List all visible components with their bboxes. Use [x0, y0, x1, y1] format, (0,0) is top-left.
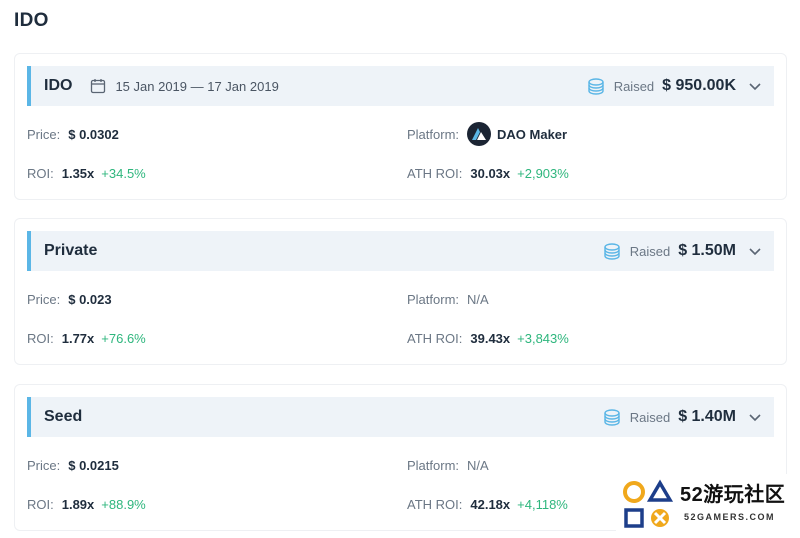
calendar-icon — [91, 79, 106, 94]
price-label: Price: — [27, 291, 61, 307]
ath-roi-label: ATH ROI: — [407, 330, 463, 346]
round-row-price: Price: $ 0.023 Platform: N/A — [27, 289, 774, 309]
round-row-price: Price: $ 0.0215 Platform: N/A — [27, 455, 774, 475]
round-row-roi: ROI: 1.77x +76.6% ATH ROI: 39.43x +3,843… — [27, 328, 774, 348]
coins-icon — [587, 78, 604, 95]
platform-value[interactable]: DAO Maker — [497, 127, 567, 142]
platform-value: N/A — [467, 291, 489, 307]
roi-percent: +88.9% — [101, 496, 146, 512]
watermark-subtext: 52GAMERS.COM — [684, 512, 776, 522]
ath-roi-value: 42.18x — [470, 496, 511, 512]
price-label: Price: — [27, 457, 61, 473]
ath-roi-label: ATH ROI: — [407, 496, 463, 512]
ath-roi-value: 39.43x — [470, 330, 511, 346]
roi-value: 1.89x — [61, 496, 95, 512]
page-title: IDO — [14, 10, 49, 31]
round-name: Seed — [44, 408, 83, 425]
ath-roi-percent: +4,118% — [517, 496, 568, 512]
roi-label: ROI: — [27, 165, 54, 181]
round-name: Private — [44, 242, 98, 259]
ath-roi-label: ATH ROI: — [407, 165, 463, 181]
roi-label: ROI: — [27, 330, 54, 346]
dao-maker-logo-icon — [467, 122, 492, 146]
ath-roi-percent: +3,843% — [517, 330, 569, 346]
price-label: Price: — [27, 126, 61, 142]
date-range-group: 15 Jan 2019 — 17 Jan 2019 — [90, 78, 279, 94]
date-range: 15 Jan 2019 — 17 Jan 2019 — [115, 78, 279, 94]
round-row-price: Price: $ 0.0302 Platform: DAO Maker — [27, 122, 774, 146]
raised-label: Raised — [613, 78, 655, 94]
coins-icon — [604, 409, 620, 426]
roi-percent: +34.5% — [101, 165, 146, 181]
round-row-roi: ROI: 1.35x +34.5% ATH ROI: 30.03x +2,903… — [27, 163, 774, 183]
ath-roi-percent: +2,903% — [517, 165, 569, 181]
platform-label: Platform: — [407, 291, 460, 307]
price-value: $ 0.0302 — [68, 126, 119, 142]
round-card-private: Private Raised $ 1.50M Price: $ 0.023 Pl… — [14, 218, 787, 365]
roi-value: 1.77x — [61, 330, 95, 346]
watermark-text: 52游玩社区 — [680, 484, 786, 506]
platform-label: Platform: — [407, 126, 460, 142]
raised-value: $ 950.00K — [662, 77, 736, 94]
round-header-seed[interactable]: Seed Raised $ 1.40M — [27, 397, 774, 437]
raised-value: $ 1.50M — [678, 242, 736, 259]
raised-label: Raised — [629, 243, 671, 259]
price-value: $ 0.0215 — [68, 457, 119, 473]
roi-percent: +76.6% — [101, 330, 146, 346]
coins-icon — [604, 243, 620, 260]
raised-label: Raised — [629, 409, 671, 425]
platform-label: Platform: — [407, 457, 460, 473]
roi-value: 1.35x — [61, 165, 95, 181]
round-name: IDO — [44, 77, 73, 94]
round-header-private[interactable]: Private Raised $ 1.50M — [27, 231, 774, 271]
raised-value: $ 1.40M — [678, 408, 736, 425]
chevron-down-icon[interactable] — [748, 79, 762, 93]
chevron-down-icon[interactable] — [748, 410, 762, 424]
chevron-down-icon[interactable] — [748, 244, 762, 258]
price-value: $ 0.023 — [68, 291, 112, 307]
roi-label: ROI: — [27, 496, 54, 512]
round-header-ido[interactable]: IDO 15 Jan 2019 — 17 Jan 2019 Raised $ 9… — [27, 66, 774, 106]
round-card-ido: IDO 15 Jan 2019 — 17 Jan 2019 Raised $ 9… — [14, 53, 787, 200]
ath-roi-value: 30.03x — [470, 165, 511, 181]
platform-value: N/A — [467, 457, 489, 473]
watermark-logo-icon — [623, 479, 674, 528]
